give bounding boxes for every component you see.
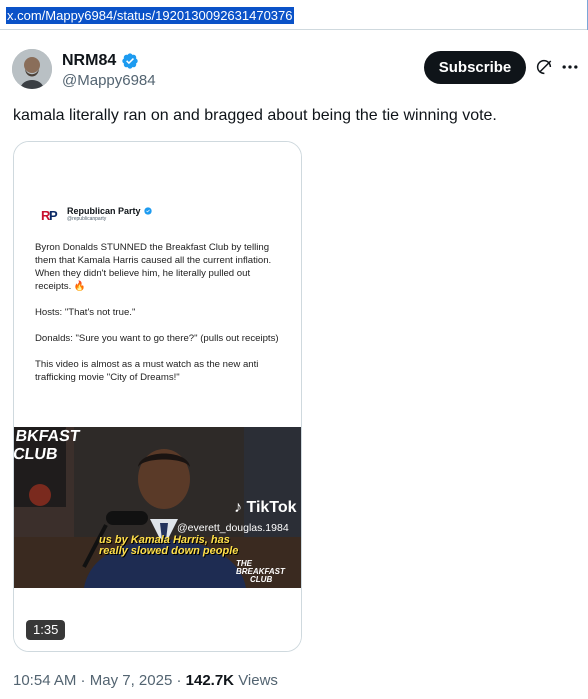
embedded-paragraph: Donalds: "Sure you want to go there?" (p… xyxy=(35,333,279,344)
watermark-line: THE BREAKFAST xyxy=(236,559,285,576)
avatar[interactable] xyxy=(12,49,52,89)
address-bar[interactable]: x.com/Mappy6984/status/19201300926314703… xyxy=(0,0,588,30)
embedded-paragraph: This video is almost as a must watch as … xyxy=(35,359,259,383)
embedded-paragraph: Hosts: "That's not true." xyxy=(35,307,136,318)
tweet-text: kamala literally ran on and bragged abou… xyxy=(13,107,497,124)
svg-text:BKFAST: BKFAST xyxy=(14,427,81,445)
views-label: Views xyxy=(238,672,278,689)
breakfast-club-watermark: THE BREAKFAST CLUB xyxy=(236,560,301,584)
video-duration-badge: 1:35 xyxy=(26,620,66,640)
tiktok-logo-icon: ♪ xyxy=(234,499,242,516)
tweet-date[interactable]: May 7, 2025 xyxy=(90,672,173,689)
watermark-line: CLUB xyxy=(250,575,273,584)
media-card[interactable]: R P Republican Party @republicanparty By… xyxy=(13,141,302,652)
video-caption: us by Kamala Harris, has really slowed d… xyxy=(99,535,238,557)
more-options-icon[interactable] xyxy=(560,57,580,77)
author-name-row[interactable]: NRM84 xyxy=(62,51,139,71)
views-count: 142.7K xyxy=(185,672,235,689)
svg-text:CLUB: CLUB xyxy=(14,445,59,463)
embedded-account-name-text: Republican Party xyxy=(67,206,141,216)
embedded-account-handle: @republicanparty xyxy=(67,216,107,222)
tiktok-watermark: ♪ TikTok xyxy=(234,499,297,517)
verified-badge-icon xyxy=(122,53,138,69)
author-name[interactable]: NRM84 xyxy=(62,51,116,71)
tweet-meta: 10:54 AM · May 7, 2025 · 142.7K Views xyxy=(13,672,278,690)
url-text[interactable]: x.com/Mappy6984/status/19201300926314703… xyxy=(6,7,294,24)
subscribe-button[interactable]: Subscribe xyxy=(424,51,526,84)
grok-icon[interactable] xyxy=(535,58,553,76)
video-caption-line: really slowed down people xyxy=(99,545,239,557)
embedded-post-image: R P Republican Party @republicanparty By… xyxy=(14,142,301,427)
tweet-time[interactable]: 10:54 AM xyxy=(13,672,76,689)
embedded-account-name: Republican Party xyxy=(67,206,152,216)
meta-separator: · xyxy=(172,672,186,689)
embedded-post-body: Byron Donalds STUNNED the Breakfast Club… xyxy=(35,241,285,397)
embedded-paragraph: Byron Donalds STUNNED the Breakfast Club… xyxy=(35,242,272,292)
meta-separator: · xyxy=(76,672,90,689)
republican-party-logo-icon: R P xyxy=(41,208,58,221)
video-frame[interactable]: BKFAST CLUB ♪ TikTok @everett_douglas.19… xyxy=(14,427,301,588)
tiktok-handle: @everett_douglas.1984 xyxy=(177,522,289,534)
embedded-verified-icon xyxy=(143,207,152,215)
tiktok-label: TikTok xyxy=(246,499,297,516)
avatar-image xyxy=(12,49,52,89)
svg-text:P: P xyxy=(49,208,58,221)
author-handle[interactable]: @Mappy6984 xyxy=(62,72,156,90)
